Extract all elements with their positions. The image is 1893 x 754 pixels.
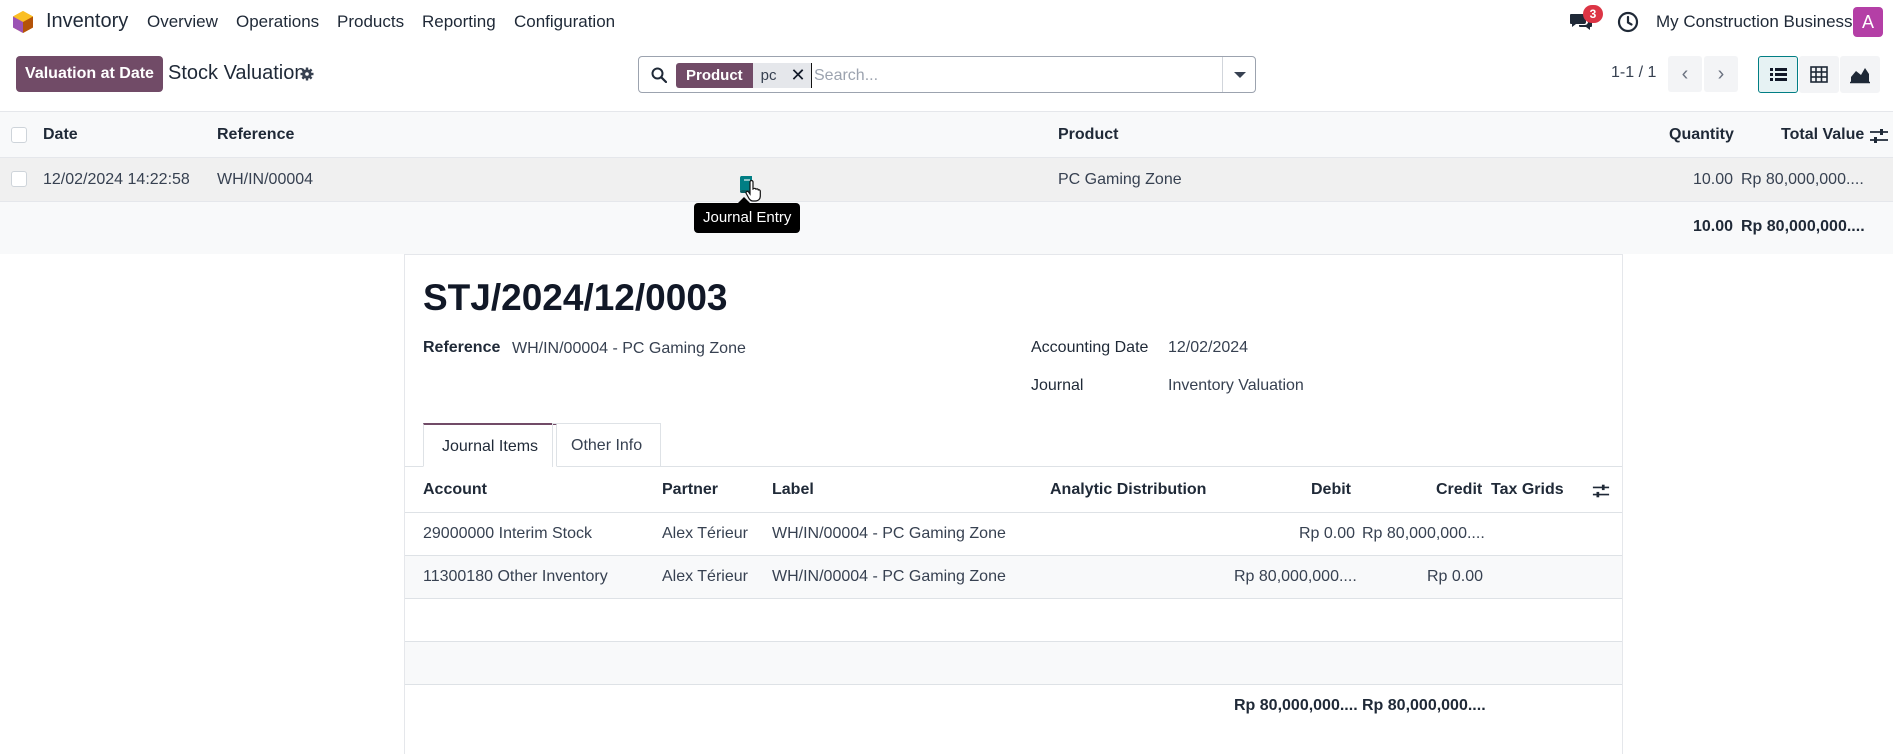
total-debit: Rp 80,000,000.... [1234, 697, 1358, 714]
column-credit[interactable]: Credit [1436, 481, 1482, 499]
pager-value[interactable]: 1-1 / 1 [1611, 64, 1656, 82]
pivot-view-button[interactable] [1799, 56, 1839, 93]
menu-products[interactable]: Products [337, 12, 404, 32]
journal-entry-name: STJ/2024/12/0003 [423, 277, 728, 318]
optional-columns-icon[interactable] [1869, 128, 1889, 144]
menu-reporting[interactable]: Reporting [422, 12, 496, 32]
journal-item-row[interactable]: 11300180 Other Inventory Alex Térieur WH… [405, 556, 1622, 599]
inventory-app-icon[interactable] [11, 10, 35, 34]
facet-remove-icon[interactable]: ✕ [791, 63, 806, 88]
empty-row [405, 599, 1622, 642]
list-view-icon [1770, 68, 1787, 81]
area-chart-icon [1850, 68, 1870, 84]
total-credit: Rp 80,000,000.... [1362, 697, 1486, 714]
column-partner[interactable]: Partner [662, 481, 718, 499]
accounting-date-value: 12/02/2024 [1168, 339, 1249, 356]
column-tax-grids[interactable]: Tax Grids [1491, 481, 1564, 499]
page-title: Stock Valuation [168, 62, 306, 84]
list-header: Date Reference Product Quantity Total Va… [0, 111, 1893, 158]
journal-item-row[interactable]: 29000000 Interim Stock Alex Térieur WH/I… [405, 513, 1622, 556]
column-account[interactable]: Account [423, 481, 487, 499]
menu-overview[interactable]: Overview [147, 12, 218, 32]
cell-label: WH/IN/00004 - PC Gaming Zone [772, 568, 1006, 585]
column-total-value[interactable]: Total Value [1781, 126, 1864, 144]
cell-credit: Rp 0.00 [1427, 568, 1484, 585]
column-label[interactable]: Label [772, 481, 814, 499]
search-facet-product: Product pc ✕ [676, 63, 814, 88]
facet-value-text: pc [760, 67, 777, 84]
pager-previous-button[interactable]: ‹ [1668, 56, 1702, 92]
cell-partner: Alex Térieur [662, 568, 748, 585]
menu-configuration[interactable]: Configuration [514, 12, 615, 32]
reference-value: WH/IN/00004 - PC Gaming Zone [512, 340, 746, 357]
empty-row [405, 642, 1622, 685]
cell-account: 11300180 Other Inventory [423, 568, 608, 585]
facet-label: Product [676, 63, 753, 88]
cell-credit: Rp 80,000,000.... [1362, 525, 1485, 542]
cell-debit: Rp 0.00 [1299, 525, 1356, 542]
cell-debit: Rp 80,000,000.... [1234, 568, 1357, 585]
graph-view-button[interactable] [1840, 56, 1880, 93]
tab-other-info[interactable]: Other Info [552, 423, 662, 467]
journal-value: Inventory Valuation [1168, 377, 1304, 394]
pivot-table-icon [1810, 66, 1828, 83]
cell-date: 12/02/2024 14:22:58 [43, 171, 190, 188]
column-analytic-distribution[interactable]: Analytic Distribution [1050, 481, 1206, 499]
menu-operations[interactable]: Operations [236, 12, 319, 32]
journal-items-totals: Rp 80,000,000.... Rp 80,000,000.... [405, 683, 1622, 729]
total-quantity: 10.00 [1693, 218, 1734, 235]
journal-entry-tooltip: Journal Entry [694, 197, 801, 233]
journal-label: Journal [1031, 377, 1084, 394]
optional-columns-icon[interactable] [1592, 483, 1610, 499]
search-bar[interactable]: Product pc ✕ [638, 56, 1256, 93]
search-icon [651, 67, 667, 83]
cell-account: 29000000 Interim Stock [423, 525, 592, 542]
cell-reference: WH/IN/00004 [217, 171, 314, 188]
total-value: Rp 80,000,000.... [1741, 218, 1865, 235]
cell-partner: Alex Térieur [662, 525, 748, 542]
tab-journal-items[interactable]: Journal Items [423, 423, 558, 467]
column-product[interactable]: Product [1058, 126, 1118, 144]
facet-value: pc ✕ [752, 63, 814, 88]
company-switcher[interactable]: My Construction Business [1656, 12, 1853, 32]
valuation-at-date-button[interactable]: Valuation at Date [16, 56, 163, 92]
app-name[interactable]: Inventory [46, 10, 128, 33]
column-debit[interactable]: Debit [1311, 481, 1351, 499]
messages-badge: 3 [1583, 5, 1603, 23]
journal-entry-form: STJ/2024/12/0003 Reference WH/IN/00004 -… [404, 254, 1623, 754]
search-input[interactable] [811, 63, 1211, 88]
column-date[interactable]: Date [43, 126, 78, 144]
journal-items-header: Account Partner Label Analytic Distribut… [405, 467, 1622, 513]
pager-next-button[interactable]: › [1704, 56, 1738, 92]
row-checkbox[interactable] [11, 171, 27, 187]
search-options-toggle[interactable] [1222, 57, 1255, 92]
select-all-checkbox[interactable] [11, 127, 27, 143]
top-navbar: Inventory Overview Operations Products R… [0, 0, 1893, 43]
list-view-button[interactable] [1758, 56, 1798, 93]
cell-quantity: 10.00 [1693, 171, 1734, 188]
cell-label: WH/IN/00004 - PC Gaming Zone [772, 525, 1006, 542]
notebook-tabs: Journal Items Other Info [405, 423, 1622, 467]
list-totals-row: 10.00 Rp 80,000,000.... [0, 202, 1893, 254]
cell-product: PC Gaming Zone [1058, 171, 1182, 188]
activities-clock-icon[interactable] [1617, 11, 1639, 33]
reference-label: Reference [423, 339, 501, 356]
accounting-date-label: Accounting Date [1031, 339, 1149, 356]
table-row[interactable]: 12/02/2024 14:22:58 WH/IN/00004 PC Gamin… [0, 158, 1893, 202]
column-reference[interactable]: Reference [217, 126, 294, 144]
cell-total-value: Rp 80,000,000.... [1741, 171, 1864, 188]
gear-icon[interactable] [300, 67, 314, 81]
column-quantity[interactable]: Quantity [1669, 126, 1734, 144]
user-avatar[interactable]: A [1853, 7, 1883, 37]
